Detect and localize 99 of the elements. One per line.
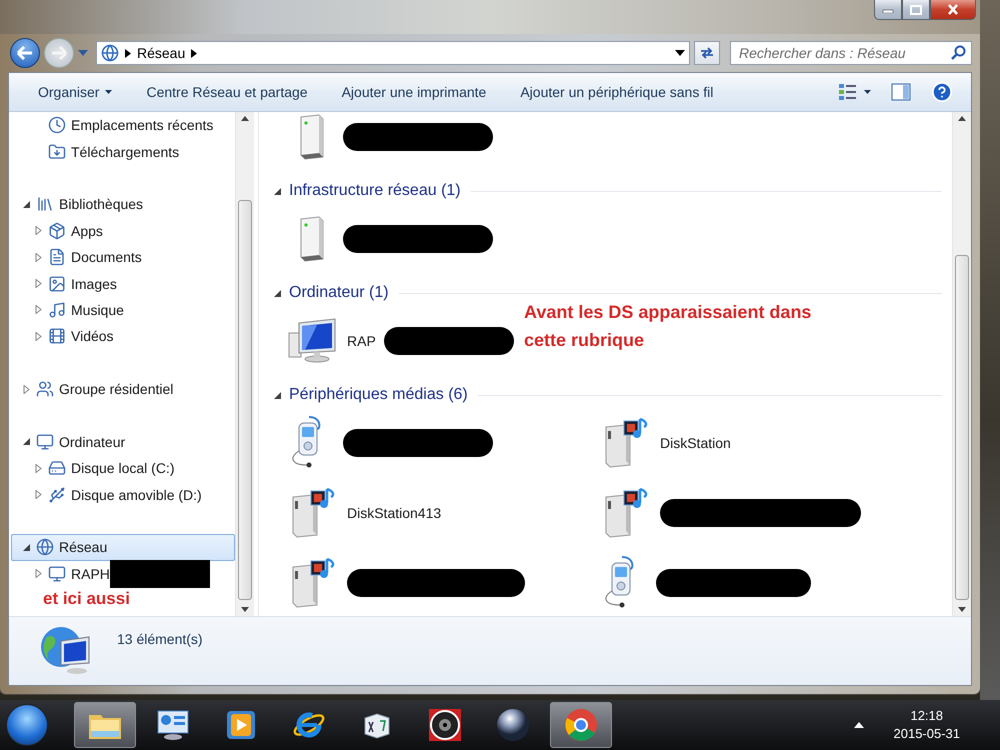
scroll-down-icon[interactable] <box>241 607 249 612</box>
tree-row[interactable]: Emplacements récents <box>11 112 235 138</box>
refresh-icon <box>699 46 715 60</box>
back-button[interactable] <box>10 38 40 68</box>
group-header[interactable]: Infrastructure réseau (1) <box>289 182 461 200</box>
tree-row[interactable]: Musique <box>11 296 235 324</box>
globe-icon <box>36 538 54 556</box>
tree-row[interactable]: Images <box>11 270 235 297</box>
tree-item-label[interactable]: Vidéos <box>71 328 114 344</box>
taskbar-button[interactable] <box>550 702 612 748</box>
group-header[interactable]: Ordinateur (1) <box>289 284 389 302</box>
tree-row[interactable]: Bibliothèques <box>11 191 235 218</box>
tree-item-label[interactable]: Documents <box>71 249 142 266</box>
film-icon <box>48 327 66 346</box>
tray-expand-button[interactable] <box>854 722 864 728</box>
picture-icon <box>48 274 66 293</box>
scroll-down-icon[interactable] <box>958 607 966 612</box>
document-icon <box>48 248 66 266</box>
clock-icon <box>48 116 66 134</box>
people-icon <box>36 380 54 398</box>
device-name: RAP <box>347 333 376 349</box>
tree-item-label[interactable]: Ordinateur <box>59 434 126 450</box>
help-icon <box>931 81 953 103</box>
toolbar-button[interactable]: Ajouter un périphérique sans fil <box>511 80 722 104</box>
selected-tree-row[interactable]: Réseau <box>11 534 235 561</box>
tree-item-label[interactable]: Disque local (C:) <box>71 460 174 476</box>
address-path[interactable]: Réseau <box>137 45 186 61</box>
clock-date: 2015-05-31 <box>894 725 960 743</box>
breadcrumb-arrow-icon[interactable] <box>125 48 131 58</box>
scroll-thumb[interactable] <box>955 255 969 600</box>
tree-row[interactable]: RAPH <box>11 560 235 588</box>
back-arrow-icon <box>17 46 33 60</box>
tree-item-label[interactable]: Musique <box>71 302 124 318</box>
tree-row[interactable]: Disque local (C:) <box>11 455 235 482</box>
tree-item-label[interactable]: Bibliothèques <box>59 196 144 212</box>
usb-drive-icon <box>48 486 66 504</box>
taskbar-button[interactable] <box>74 702 136 748</box>
tree-item-label[interactable]: RAPH <box>71 566 110 582</box>
toolbar-button[interactable]: Ajouter une imprimante <box>332 80 496 104</box>
tree-row[interactable]: Disque amovible (D:) <box>11 481 235 508</box>
tree-row[interactable]: Documents <box>11 244 235 270</box>
tree-item-label[interactable]: Disque amovible (D:) <box>71 486 202 503</box>
media-player-icon <box>224 708 258 742</box>
tree-item-label[interactable]: Emplacements récents <box>71 117 214 134</box>
preview-pane-icon <box>891 83 911 101</box>
start-button[interactable] <box>6 704 48 746</box>
scrollbar[interactable] <box>952 112 971 616</box>
clock[interactable]: 12:18 2015-05-31 <box>894 707 960 743</box>
control-panel-icon <box>155 708 191 742</box>
tree-row[interactable]: Vidéos <box>11 323 235 350</box>
folder-icon <box>48 142 66 161</box>
search-icon[interactable] <box>951 45 967 61</box>
tree-item-label[interactable]: Apps <box>71 222 103 239</box>
minimize-button[interactable] <box>874 0 902 20</box>
annotation-text: Avant les DS apparaissaient dans cette rubrique <box>524 301 812 352</box>
tree-item-label[interactable]: Téléchargements <box>71 144 180 160</box>
caret-icon <box>864 90 871 94</box>
search-field[interactable]: Rechercher dans : Réseau <box>730 41 972 65</box>
music-note-icon <box>48 300 66 319</box>
globe-icon <box>101 44 119 62</box>
device-name: DiskStation <box>660 435 731 451</box>
scrollbar[interactable] <box>235 112 254 616</box>
scroll-up-icon[interactable] <box>958 116 966 121</box>
package-icon <box>48 222 66 240</box>
device-name: DiskStation413 <box>347 505 442 521</box>
monitor-icon <box>48 564 66 583</box>
clock-time: 12:18 <box>910 707 944 725</box>
address-dropdown-icon[interactable] <box>675 50 685 56</box>
group-header[interactable]: Périphériques médias (6) <box>289 386 468 404</box>
forward-arrow-icon <box>51 46 67 60</box>
maximize-icon <box>910 4 922 14</box>
scroll-up-icon[interactable] <box>241 116 249 121</box>
tree-item-label[interactable]: Groupe résidentiel <box>59 381 174 398</box>
tree-row[interactable]: Groupe résidentiel <box>11 376 235 402</box>
tree-item-label[interactable]: Images <box>71 276 117 292</box>
breadcrumb-arrow-icon[interactable] <box>191 48 198 58</box>
books-icon <box>36 195 54 214</box>
refresh-button[interactable] <box>694 41 720 65</box>
disc-icon <box>427 707 463 743</box>
tree-row[interactable]: Téléchargements <box>11 138 235 165</box>
annotation-text: et ici aussi <box>42 589 131 610</box>
tree-row[interactable]: Ordinateur <box>11 428 235 456</box>
monitor-icon <box>36 432 54 451</box>
drive-icon <box>48 459 66 478</box>
item-count: 13 élément(s) <box>117 631 203 647</box>
details-view-icon <box>838 83 858 101</box>
sphere-icon <box>495 707 531 743</box>
scroll-thumb[interactable] <box>238 200 252 600</box>
minimize-icon <box>882 6 894 12</box>
maximize-button[interactable] <box>902 0 930 20</box>
toolbar-button[interactable]: Centre Réseau et partage <box>137 80 317 104</box>
caret-icon <box>105 90 112 94</box>
close-icon <box>947 4 959 15</box>
close-button[interactable] <box>930 0 976 20</box>
round-browser-icon <box>563 707 599 743</box>
tree-row[interactable]: Apps <box>11 218 235 244</box>
toolbar-button[interactable]: Organiser <box>29 80 122 104</box>
tree-item-label[interactable]: Réseau <box>59 539 108 556</box>
address-field[interactable]: Réseau <box>96 41 690 65</box>
